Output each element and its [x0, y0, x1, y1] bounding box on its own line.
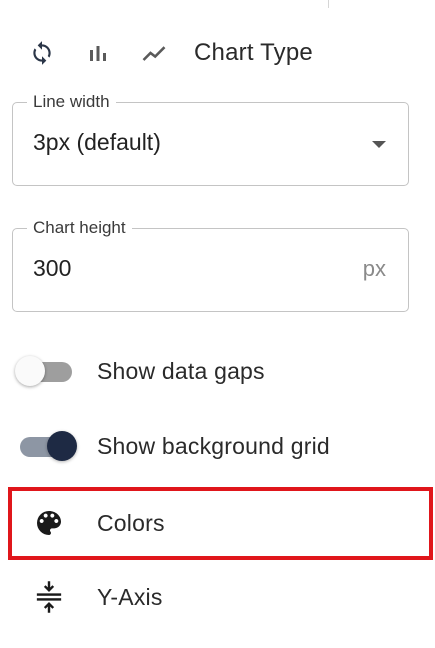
- chart-height-field[interactable]: Chart height 300 px: [12, 218, 409, 312]
- y-axis-menu-item[interactable]: Y-Axis: [8, 561, 433, 633]
- switch-thumb: [15, 356, 45, 386]
- line-chart-icon[interactable]: [140, 39, 168, 67]
- divider: [328, 0, 329, 8]
- show-data-gaps-switch[interactable]: [14, 351, 74, 391]
- bar-chart-icon[interactable]: [84, 39, 112, 67]
- show-data-gaps-toggle-row[interactable]: Show data gaps: [14, 349, 265, 393]
- line-width-label: Line width: [27, 92, 116, 112]
- y-axis-label: Y-Axis: [97, 583, 163, 610]
- chart-height-unit: px: [362, 256, 386, 281]
- colors-label: Colors: [97, 509, 165, 536]
- line-width-select[interactable]: Line width 3px (default): [12, 92, 409, 186]
- chart-height-label: Chart height: [27, 218, 132, 238]
- show-background-grid-label: Show background grid: [97, 432, 330, 459]
- line-width-value: 3px (default): [33, 129, 161, 155]
- dropdown-arrow-icon: [372, 141, 386, 148]
- palette-icon: [32, 506, 66, 540]
- chart-type-row: Chart Type: [28, 35, 313, 71]
- chart-settings-panel: Chart Type Line width 3px (default) Char…: [0, 0, 435, 648]
- show-background-grid-switch[interactable]: [14, 426, 77, 466]
- chart-type-label: Chart Type: [194, 39, 313, 66]
- y-axis-height-icon: [32, 580, 66, 614]
- show-background-grid-toggle-row[interactable]: Show background grid: [14, 424, 330, 468]
- show-data-gaps-label: Show data gaps: [97, 357, 265, 384]
- switch-thumb: [47, 431, 77, 461]
- colors-menu-item[interactable]: Colors: [8, 487, 433, 559]
- chart-height-value[interactable]: 300: [33, 255, 71, 282]
- refresh-icon[interactable]: [28, 39, 56, 67]
